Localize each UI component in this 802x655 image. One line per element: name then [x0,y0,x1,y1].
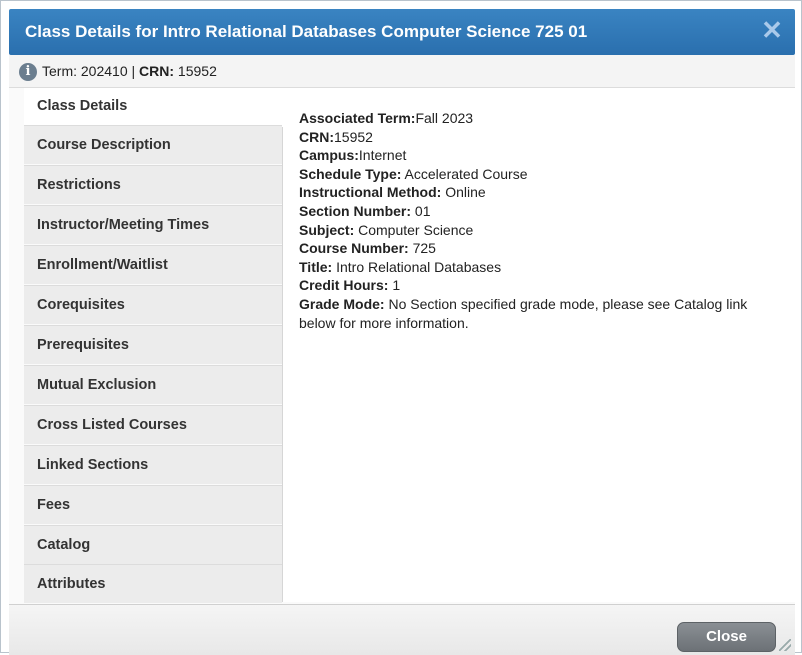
tab-fees[interactable]: Fees [24,485,282,524]
close-button[interactable]: Close [677,622,776,652]
detail-label: Campus: [299,147,359,164]
tab-catalog[interactable]: Catalog [24,525,282,564]
resize-grip-icon[interactable] [779,639,791,651]
detail-label: Associated Term: [299,110,416,126]
tab-instructor-meeting-times[interactable]: Instructor/Meeting Times [24,205,282,244]
detail-value: Online [441,184,486,201]
detail-label: Title: [299,258,333,275]
detail-value: 1 [388,277,401,294]
term-separator: | [131,63,136,79]
detail-label: Course Number: [299,240,409,257]
detail-label: Grade Mode: [299,295,385,312]
dialog-title: Class Details for Intro Relational Datab… [25,22,588,41]
tab-prerequisites[interactable]: Prerequisites [24,325,282,364]
detail-label: CRN: [299,128,334,145]
detail-value: Computer Science [354,221,474,238]
detail-label: Credit Hours: [299,277,389,294]
detail-instructional-method: Instructional Method: Online [299,183,769,202]
crn-label: CRN: [139,63,175,79]
detail-value: Accelerated Course [401,165,528,182]
detail-value: Fall 2023 [415,110,474,126]
crn-value: 15952 [177,63,217,79]
tab-class-details[interactable]: Class Details [24,88,283,127]
detail-section-number: Section Number: 01 [299,202,769,221]
detail-label: Section Number: [299,202,412,219]
detail-grade-mode: Grade Mode: No Section specified grade m… [299,295,769,332]
tab-enrollment-waitlist[interactable]: Enrollment/Waitlist [24,245,282,284]
detail-value: 01 [411,202,431,219]
detail-course-number: Course Number: 725 [299,239,769,258]
term-crn-text: Term: 202410 | CRN: 15952 [42,63,217,79]
detail-value: 15952 [334,128,373,145]
class-details-dialog: Class Details for Intro Relational Datab… [0,0,802,655]
term-value: 202410 [80,63,128,79]
detail-value: Internet [358,147,407,164]
tab-corequisites[interactable]: Corequisites [24,285,282,324]
detail-subject: Subject: Computer Science [299,221,769,240]
detail-value: 725 [408,240,436,257]
detail-title: Title: Intro Relational Databases [299,258,769,277]
dialog-body: Class Details Course Description Restric… [9,88,795,604]
tab-course-description[interactable]: Course Description [24,125,282,164]
detail-credit-hours: Credit Hours: 1 [299,276,769,295]
tab-restrictions[interactable]: Restrictions [24,165,282,204]
close-icon[interactable]: ✕ [759,17,785,43]
detail-label: Schedule Type: [299,165,402,182]
detail-label: Instructional Method: [299,184,442,201]
dialog-footer: Close [9,604,795,655]
detail-schedule-type: Schedule Type: Accelerated Course [299,165,769,184]
detail-crn: CRN:15952 [299,128,769,147]
detail-value: Intro Relational Databases [332,258,502,275]
detail-tabs-sidebar: Class Details Course Description Restric… [24,88,283,603]
tab-attributes[interactable]: Attributes [24,564,282,603]
detail-associated-term: Associated Term:Fall 2023 [299,109,769,128]
detail-label: Subject: [299,221,355,238]
dialog-titlebar[interactable]: Class Details for Intro Relational Datab… [9,9,795,55]
class-details-list: Associated Term:Fall 2023 CRN:15952 Camp… [299,109,769,332]
class-details-panel: Associated Term:Fall 2023 CRN:15952 Camp… [283,88,795,602]
tab-mutual-exclusion[interactable]: Mutual Exclusion [24,365,282,404]
tab-cross-listed-courses[interactable]: Cross Listed Courses [24,405,282,444]
term-label: Term: [42,63,77,79]
info-icon: i [19,63,37,81]
detail-campus: Campus:Internet [299,146,769,165]
term-info-bar: i Term: 202410 | CRN: 15952 [9,55,795,88]
tab-linked-sections[interactable]: Linked Sections [24,445,282,484]
